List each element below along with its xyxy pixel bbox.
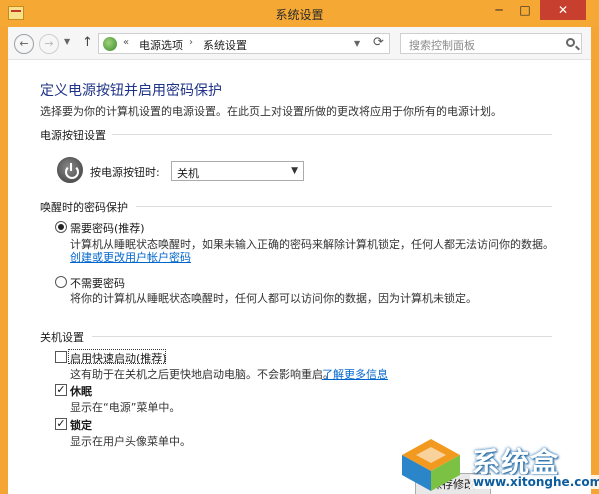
lock-desc: 显示在用户头像菜单中。 xyxy=(70,435,191,448)
wake-section-title: 唤醒时的密码保护 xyxy=(40,201,128,214)
breadcrumb-system-settings[interactable]: 系统设置 xyxy=(203,37,247,53)
address-bar[interactable]: « 电源选项 › 系统设置 ▼ ⟳ xyxy=(98,33,390,54)
hibernate-desc: 显示在“电源”菜单中。 xyxy=(70,401,181,414)
recent-pages-dropdown-icon[interactable]: ▼ xyxy=(64,37,70,46)
page-description: 选择要为你的计算机设置的电源设置。在此页上对设置所做的更改将应用于你所有的电源计… xyxy=(40,105,502,118)
power-button-action-value: 关机 xyxy=(177,167,199,180)
hibernate-label[interactable]: 休眠 xyxy=(70,383,92,399)
power-button-label: 按电源按钮时: xyxy=(90,166,160,179)
fast-startup-desc: 这有助于在关机之后更快地启动电脑。不会影响重启。 xyxy=(70,368,334,381)
navigation-bar: ← → ▼ ↑ « 电源选项 › 系统设置 ▼ ⟳ 搜索控制面板 xyxy=(8,27,591,60)
no-password-desc: 将你的计算机从睡眠状态唤醒时，任何人都可以访问你的数据，因为计算机未锁定。 xyxy=(70,292,477,305)
require-password-radio[interactable] xyxy=(55,221,67,233)
learn-more-link[interactable]: 了解更多信息 xyxy=(322,366,388,382)
power-button-action-select[interactable]: 关机 ▼ xyxy=(171,161,304,181)
no-password-label[interactable]: 不需要密码 xyxy=(70,275,125,291)
back-button[interactable]: ← xyxy=(14,34,34,54)
require-password-label[interactable]: 需要密码(推荐) xyxy=(70,220,145,236)
window-content: ← → ▼ ↑ « 电源选项 › 系统设置 ▼ ⟳ 搜索控制面板 定义电源按钮并… xyxy=(8,27,591,494)
chevron-down-icon: ▼ xyxy=(291,166,298,176)
watermark-url: www.xitonghe.com xyxy=(470,475,599,489)
forward-button[interactable]: → xyxy=(39,34,59,54)
breadcrumb-power-options[interactable]: 电源选项 xyxy=(139,37,183,53)
section-divider xyxy=(136,206,552,207)
shutdown-section-title: 关机设置 xyxy=(40,331,84,344)
maximize-button[interactable]: □ xyxy=(512,0,538,20)
breadcrumb-separator-icon[interactable]: › xyxy=(189,37,193,48)
search-icon[interactable] xyxy=(566,38,575,47)
refresh-icon[interactable]: ⟳ xyxy=(373,35,384,50)
site-logo-icon xyxy=(402,439,460,491)
breadcrumb-overflow-icon[interactable]: « xyxy=(123,37,129,48)
page-title: 定义电源按钮并启用密码保护 xyxy=(40,83,222,99)
hibernate-checkbox[interactable]: ✓ xyxy=(55,384,67,396)
search-input[interactable]: 搜索控制面板 xyxy=(400,33,582,54)
change-password-link[interactable]: 创建或更改用户帐户密码 xyxy=(70,249,191,265)
power-section-title: 电源按钮设置 xyxy=(40,129,106,142)
section-divider xyxy=(112,134,552,135)
section-divider xyxy=(92,336,552,337)
lock-label[interactable]: 锁定 xyxy=(70,417,92,433)
watermark: 系统盒 www.xitonghe.com xyxy=(398,437,599,493)
no-password-radio[interactable] xyxy=(55,276,67,288)
lock-checkbox[interactable]: ✓ xyxy=(55,418,67,430)
search-placeholder: 搜索控制面板 xyxy=(409,39,475,52)
up-button[interactable]: ↑ xyxy=(82,35,93,50)
close-button[interactable]: ✕ xyxy=(540,0,586,20)
power-options-icon xyxy=(103,37,117,51)
title-bar: 系统设置 ─ □ ✕ xyxy=(0,0,599,27)
address-dropdown-icon[interactable]: ▼ xyxy=(354,39,360,48)
fast-startup-checkbox[interactable] xyxy=(55,351,67,363)
minimize-button[interactable]: ─ xyxy=(486,0,512,20)
power-button-icon xyxy=(57,157,83,183)
fast-startup-label[interactable]: 启用快速启动(推荐) xyxy=(70,350,167,366)
